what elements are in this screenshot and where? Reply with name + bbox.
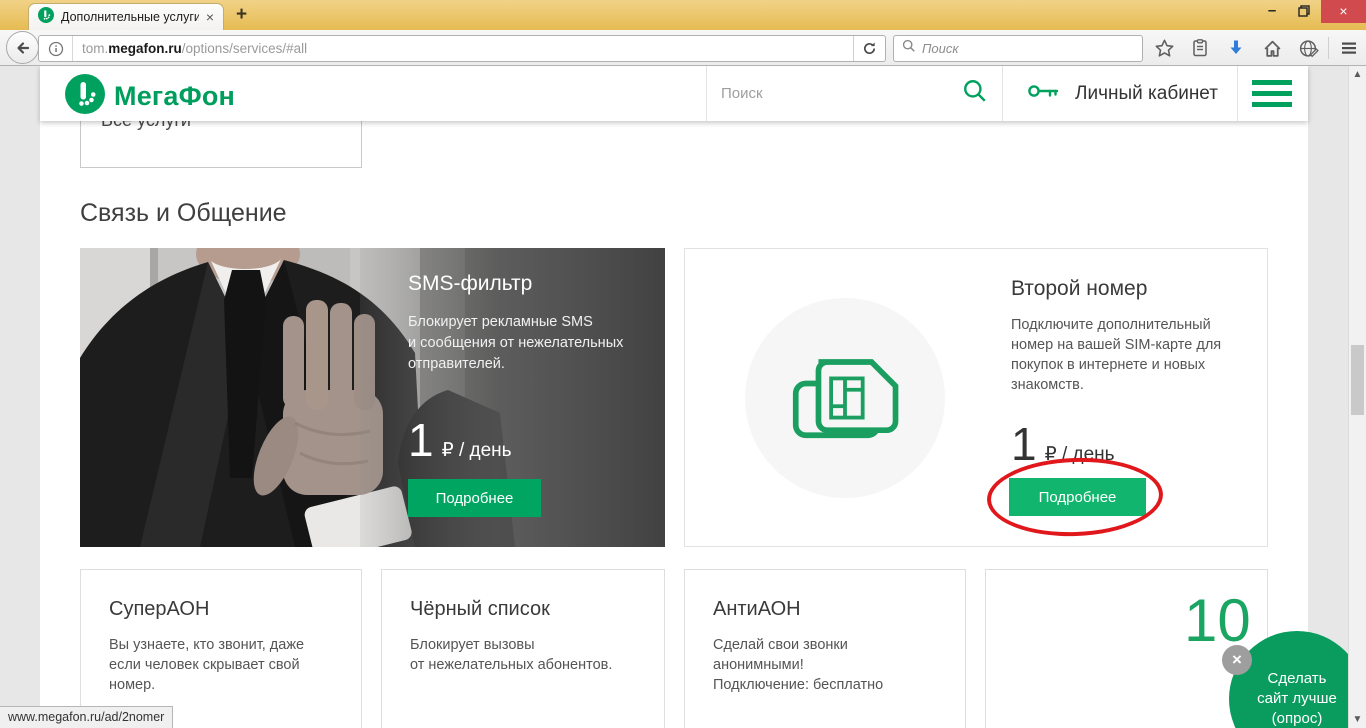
window-minimize-button[interactable]: –	[1257, 0, 1287, 19]
window-close-button[interactable]: ×	[1321, 0, 1366, 23]
second-number-description: Подключите дополнительный номер на вашей…	[1011, 315, 1241, 395]
second-number-content: Второй номер Подключите дополнительный н…	[1011, 277, 1241, 395]
bookmarks-list-icon[interactable]	[1182, 38, 1218, 58]
sms-card-title: SMS-фильтр	[408, 272, 658, 296]
antiaon-title: АнтиАОН	[713, 598, 965, 621]
card-superaon[interactable]: СуперАОН Вы узнаете, кто звонит, даже ес…	[80, 569, 362, 728]
sms-card-price: 1 ₽ / день	[408, 413, 512, 467]
card-sms-filter[interactable]: SMS-фильтр Блокирует рекламные SMS и соо…	[80, 248, 665, 547]
superaon-title: СуперАОН	[109, 598, 361, 621]
site-search-placeholder: Поиск	[721, 85, 962, 102]
personal-account-label: Личный кабинет	[1075, 83, 1218, 105]
scrollbar-down-arrow[interactable]: ▼	[1349, 714, 1366, 725]
back-button[interactable]	[6, 31, 39, 64]
personal-account-link[interactable]: Личный кабинет	[1003, 66, 1238, 121]
site-wrapper: МегаФон Поиск Личный кабинет Все услуги	[40, 66, 1308, 728]
megafon-logo-text: МегаФон	[114, 81, 235, 112]
reload-button[interactable]	[853, 36, 885, 61]
site-menu-hamburger-icon[interactable]	[1252, 80, 1292, 107]
sms-card-description: Блокирует рекламные SMS и сообщения от н…	[408, 312, 658, 375]
url-text[interactable]: tom.megafon.ru/options/services/#all	[73, 41, 853, 56]
antiaon-description: Сделай свои звонки анонимными! Подключен…	[713, 635, 965, 695]
page-scrollbar[interactable]: ▲ ▼	[1348, 66, 1366, 728]
megafon-logo[interactable]: МегаФон	[65, 74, 235, 119]
sms-details-button[interactable]: Подробнее	[408, 479, 541, 517]
search-icon	[902, 39, 916, 58]
tab-favicon-megafon-icon	[38, 7, 54, 28]
section-title: Связь и Общение	[80, 199, 287, 228]
survey-close-button[interactable]: ×	[1222, 645, 1252, 675]
site-search-icon[interactable]	[962, 78, 988, 109]
card-antiaon[interactable]: АнтиАОН Сделай свои звонки анонимными! П…	[684, 569, 966, 728]
page-actions-globe-icon[interactable]	[1290, 38, 1326, 59]
second-number-price: 1 ₽ / день	[1011, 417, 1115, 471]
sim-card-icon	[780, 338, 910, 458]
card-blacklist[interactable]: Чёрный список Блокирует вызовы от нежела…	[381, 569, 665, 728]
browser-titlebar: Дополнительные услуги — × + – ×	[0, 0, 1366, 30]
scrollbar-thumb[interactable]	[1351, 345, 1364, 415]
site-info-icon[interactable]	[39, 36, 73, 61]
window-restore-button[interactable]	[1287, 0, 1321, 17]
blacklist-description: Блокирует вызовы от нежелательных абонен…	[410, 635, 664, 675]
second-number-title: Второй номер	[1011, 277, 1241, 301]
url-bar[interactable]: tom.megafon.ru/options/services/#all	[38, 35, 886, 62]
home-icon[interactable]	[1254, 38, 1290, 59]
megafon-logo-icon	[65, 74, 105, 119]
new-tab-button[interactable]: +	[236, 4, 247, 26]
tab-close-icon[interactable]: ×	[206, 10, 214, 24]
menu-hamburger-icon[interactable]	[1331, 38, 1366, 58]
card-second-number[interactable]: Второй номер Подключите дополнительный н…	[684, 248, 1268, 547]
blacklist-title: Чёрный список	[410, 598, 664, 621]
window-controls: – ×	[1257, 0, 1366, 24]
toolbar-separator	[1328, 37, 1329, 59]
browser-navbar: tom.megafon.ru/options/services/#all Пои…	[0, 30, 1366, 66]
browser-search-placeholder: Поиск	[922, 41, 959, 56]
sim-icon-circle	[745, 298, 945, 498]
second-number-details-button[interactable]: Подробнее	[1009, 478, 1146, 516]
browser-search-bar[interactable]: Поиск	[893, 35, 1143, 62]
page-viewport: МегаФон Поиск Личный кабинет Все услуги	[0, 66, 1366, 728]
scrollbar-up-arrow[interactable]: ▲	[1349, 69, 1366, 80]
bookmark-star-icon[interactable]	[1146, 38, 1182, 59]
tab-title: Дополнительные услуги —	[61, 10, 199, 24]
browser-toolbar-icons	[1146, 30, 1366, 66]
key-icon	[1027, 81, 1061, 106]
sms-card-content: SMS-фильтр Блокирует рекламные SMS и соо…	[408, 272, 658, 375]
site-search-field[interactable]: Поиск	[706, 66, 1003, 121]
status-bar-link: www.megafon.ru/ad/2nomer	[0, 706, 173, 728]
downloads-icon[interactable]	[1218, 38, 1254, 58]
site-header: МегаФон Поиск Личный кабинет	[40, 66, 1308, 121]
all-services-dropdown[interactable]: Все услуги	[80, 118, 362, 168]
browser-tab[interactable]: Дополнительные услуги — ×	[28, 3, 224, 30]
superaon-description: Вы узнаете, кто звонит, даже если челове…	[109, 635, 361, 695]
